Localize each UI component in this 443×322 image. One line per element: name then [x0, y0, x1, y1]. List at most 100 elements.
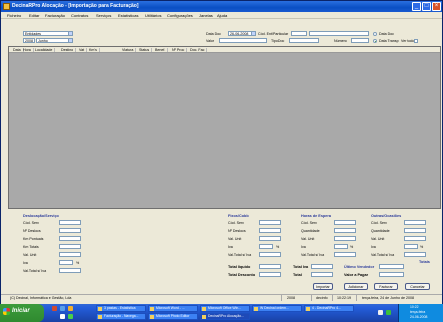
- col-benef[interactable]: Benef.: [155, 48, 169, 52]
- outras-field[interactable]: [404, 236, 426, 241]
- fixos-iva-field[interactable]: [259, 244, 273, 249]
- tray-icon[interactable]: [386, 310, 391, 315]
- fixos-field[interactable]: [259, 220, 281, 225]
- col-vat[interactable]: Vat: [79, 48, 88, 52]
- col-hora[interactable]: Hora: [23, 48, 34, 52]
- horas-field[interactable]: [334, 228, 356, 233]
- menu-configuracoes[interactable]: Configurações: [167, 13, 193, 18]
- importar-button[interactable]: Importar: [313, 283, 333, 290]
- outras-field[interactable]: [404, 252, 426, 257]
- col-nproc[interactable]: Nº Proc: [172, 48, 188, 52]
- task-item[interactable]: W Decinal ordem...: [252, 305, 302, 312]
- col-status[interactable]: Status: [139, 48, 153, 52]
- task-icon: [98, 315, 102, 319]
- task-item[interactable]: 3 pastas - Estatística: [96, 305, 146, 312]
- data-doc-field[interactable]: 26-06-2008: [228, 31, 256, 36]
- valor-field[interactable]: [219, 38, 267, 43]
- outras-iva-field[interactable]: [404, 244, 418, 249]
- col-localidade[interactable]: Localidade: [35, 48, 56, 52]
- tray-icon[interactable]: [378, 310, 383, 315]
- menu-estatisticas[interactable]: Estatísticas: [118, 13, 138, 18]
- task-icon: [98, 307, 102, 311]
- services-grid[interactable]: Data Hora Localidade Destino Vat Km's Vi…: [8, 46, 441, 209]
- tray-clock[interactable]: 10:22: [410, 305, 419, 309]
- col-data[interactable]: Data: [13, 48, 24, 52]
- horas-pct: %: [350, 245, 354, 249]
- desloc-field[interactable]: [59, 268, 81, 273]
- col-docfac[interactable]: Doc. Fac: [190, 48, 208, 52]
- task-item[interactable]: Microsoft Photo Editor: [148, 313, 198, 320]
- entity-type-select[interactable]: Entidades: [23, 31, 73, 36]
- horas-field[interactable]: [334, 252, 356, 257]
- month-select[interactable]: Junho: [36, 38, 73, 43]
- menu-facturacao[interactable]: Facturação: [45, 13, 65, 18]
- task-item[interactable]: 4 - DecinaRPro 4...: [304, 305, 354, 312]
- status-bar: (C) Decinal, Informática e Gestão, Lda 2…: [1, 294, 442, 301]
- col-kms[interactable]: Km's: [89, 48, 100, 52]
- quicklaunch-icon[interactable]: [68, 306, 73, 311]
- radio-data-doc[interactable]: [373, 32, 377, 36]
- menu-contratos[interactable]: Contratos: [71, 13, 88, 18]
- ver-todo-checkbox[interactable]: [414, 39, 418, 43]
- task-item[interactable]: Microsoft Word - ...: [148, 305, 198, 312]
- desloc-iva-field[interactable]: [59, 260, 73, 265]
- quicklaunch-icon[interactable]: [52, 306, 57, 311]
- outras-field[interactable]: [404, 228, 426, 233]
- ultimo-vendedor-field: [379, 264, 404, 269]
- ultimo-vendedor-label: Último Vendedor: [344, 265, 375, 269]
- menu-utilitarios[interactable]: Utilitários: [145, 13, 161, 18]
- adicionar-button[interactable]: Adicionar: [344, 283, 368, 290]
- facturar-button[interactable]: Facturar: [374, 283, 398, 290]
- menu-servicos[interactable]: Serviços: [96, 13, 111, 18]
- close-button[interactable]: ×: [432, 2, 441, 11]
- quicklaunch-icon[interactable]: [60, 314, 65, 319]
- year-field[interactable]: 2008: [23, 38, 35, 43]
- title-bar[interactable]: DecinaRPro Alocação - [Importação para F…: [1, 1, 442, 12]
- menu-editar[interactable]: Editar: [29, 13, 39, 18]
- menu-ajuda[interactable]: Ajuda: [217, 13, 227, 18]
- fixos-field[interactable]: [259, 252, 281, 257]
- total-field: [311, 272, 333, 277]
- chevron-down-icon[interactable]: [68, 39, 72, 42]
- cod-ent-field[interactable]: [291, 31, 307, 36]
- chevron-down-icon[interactable]: [251, 32, 255, 35]
- desloc-field[interactable]: [59, 236, 81, 241]
- fixos-field[interactable]: [259, 228, 281, 233]
- desloc-field[interactable]: [59, 244, 81, 249]
- menu-janelas[interactable]: Janelas: [199, 13, 213, 18]
- numero-field[interactable]: [351, 38, 369, 43]
- horas-iva-field[interactable]: [334, 244, 348, 249]
- radio-data-transp-label: Data Transp: [379, 39, 399, 43]
- col-destino[interactable]: Destino: [61, 48, 77, 52]
- desloc-field[interactable]: [59, 220, 81, 225]
- fixos-panel-title: Fixos/Cobb: [228, 214, 249, 218]
- tipo-doc-field[interactable]: [289, 38, 319, 43]
- outras-field[interactable]: [404, 220, 426, 225]
- status-divider: [356, 295, 357, 301]
- task-label: W Decinal ordem...: [260, 306, 289, 310]
- total-liquido-field: [259, 264, 281, 269]
- quicklaunch-icon[interactable]: [60, 306, 65, 311]
- radio-data-doc-label: Data Doc: [379, 32, 394, 36]
- quicklaunch-icon[interactable]: [68, 314, 73, 319]
- fixos-field[interactable]: [259, 236, 281, 241]
- horas-field[interactable]: [334, 236, 356, 241]
- task-icon: [150, 307, 154, 311]
- cancelar-button[interactable]: Cancelar: [405, 283, 430, 290]
- task-icon: [254, 307, 258, 311]
- horas-field[interactable]: [334, 220, 356, 225]
- cod-ent-name-field[interactable]: [309, 31, 369, 36]
- maximize-button[interactable]: □: [422, 2, 431, 11]
- task-item-active[interactable]: DecinaRPro Alocação...: [200, 313, 250, 320]
- desloc-field[interactable]: [59, 228, 81, 233]
- menu-ficheiro[interactable]: Ficheiro: [7, 13, 21, 18]
- radio-data-transp[interactable]: [373, 39, 377, 43]
- minimize-button[interactable]: _: [412, 2, 421, 11]
- task-icon: [202, 315, 206, 319]
- task-item[interactable]: Microsoft Office Win...: [200, 305, 250, 312]
- col-viatura[interactable]: Viatura: [122, 48, 137, 52]
- start-button[interactable]: Iniciar: [0, 304, 44, 322]
- task-item[interactable]: Facturação - Navega...: [96, 313, 146, 320]
- chevron-down-icon[interactable]: [68, 32, 72, 35]
- desloc-field[interactable]: [59, 252, 81, 257]
